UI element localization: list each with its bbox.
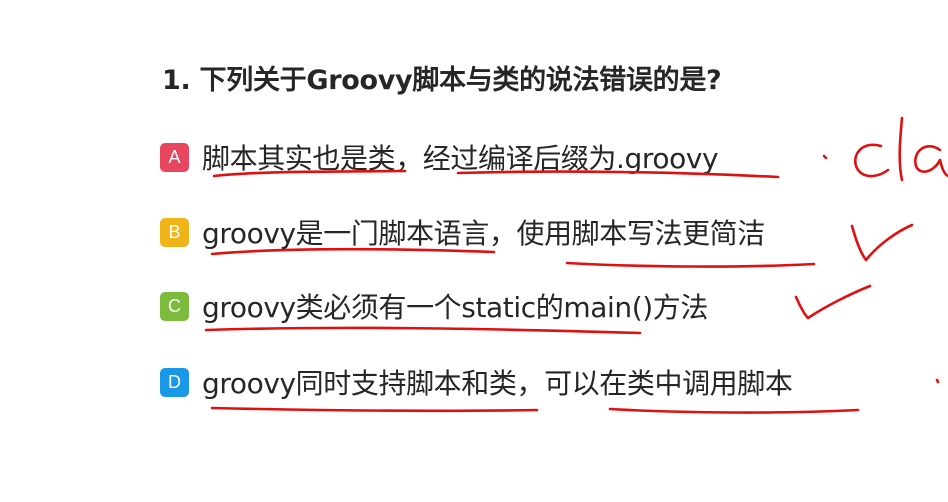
option-d-badge: D: [160, 367, 189, 397]
handwriting-cla-l: [898, 116, 904, 182]
underline-d-1: [210, 406, 539, 413]
question-title: 1. 下列关于Groovy脚本与类的说法错误的是?: [162, 65, 722, 96]
underline-c: [204, 326, 642, 335]
option-b-badge: B: [160, 217, 189, 247]
underline-d-2: [608, 407, 860, 414]
dot-mark-a: [822, 154, 828, 160]
option-d-text: groovy同时支持脚本和类，可以在类中调用脚本: [202, 367, 793, 400]
handwriting-cla: [853, 143, 890, 178]
option-d[interactable]: D groovy同时支持脚本和类，可以在类中调用脚本: [160, 362, 793, 402]
underline-b-2: [565, 261, 816, 268]
option-a-badge: A: [160, 142, 189, 172]
option-a[interactable]: A 脚本其实也是类，经过编译后缀为.groovy: [160, 137, 719, 177]
handwriting-cla-a: [914, 145, 948, 178]
option-b[interactable]: B groovy是一门脚本语言，使用脚本写法更简洁: [160, 212, 765, 252]
option-c[interactable]: C groovy类必须有一个static的main()方法: [160, 286, 708, 326]
option-a-text: 脚本其实也是类，经过编译后缀为.groovy: [202, 142, 719, 175]
option-c-text: groovy类必须有一个static的main()方法: [202, 291, 708, 324]
option-b-text: groovy是一门脚本语言，使用脚本写法更简洁: [202, 217, 765, 250]
checkmark-b: [850, 223, 914, 262]
quiz-page: 1. 下列关于Groovy脚本与类的说法错误的是? A 脚本其实也是类，经过编译…: [0, 0, 948, 502]
checkmark-c: [794, 284, 872, 320]
option-c-badge: C: [160, 291, 189, 321]
dot-mark-d: [935, 378, 940, 384]
